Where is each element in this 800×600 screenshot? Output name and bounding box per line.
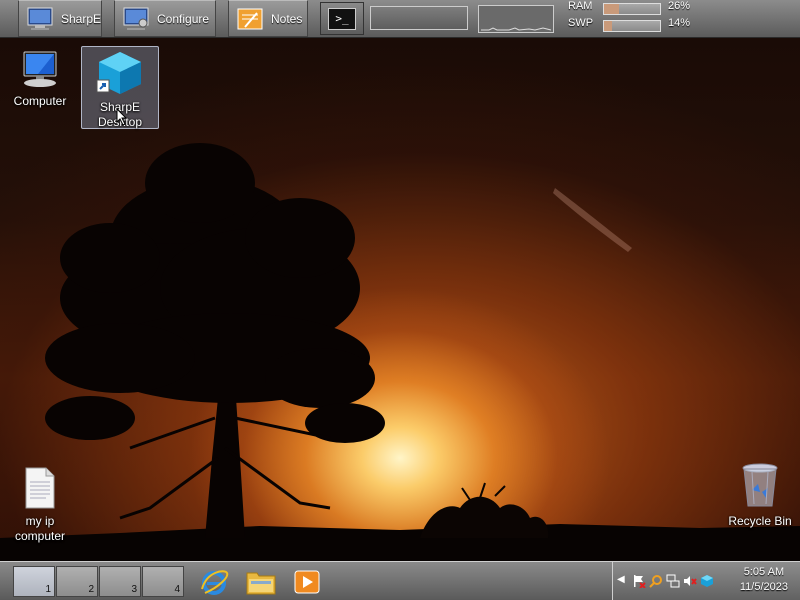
- sharpe-tray-icon[interactable]: [699, 573, 714, 588]
- workspace-2[interactable]: 2: [56, 566, 98, 597]
- configure-button-label: Configure: [157, 11, 210, 26]
- internet-explorer-launcher[interactable]: [198, 566, 230, 597]
- ram-bar: [603, 3, 661, 15]
- clock-time: 5:05 AM: [743, 566, 785, 578]
- clock[interactable]: 5:05 AM 11/5/2023: [740, 565, 788, 595]
- workspace-3[interactable]: 3: [99, 566, 141, 597]
- clock-date: 11/5/2023: [739, 581, 788, 593]
- desktop-icon-my-ip-computer[interactable]: my ip computer: [2, 466, 78, 544]
- desktop-icon-recycle-bin[interactable]: Recycle Bin: [722, 462, 798, 529]
- volume-muted-icon[interactable]: [682, 573, 697, 588]
- swap-label: SWP: [568, 17, 594, 29]
- ram-bar-fill: [604, 4, 619, 14]
- notes-button-label: Notes: [271, 11, 303, 26]
- terminal-button[interactable]: >_: [320, 2, 364, 35]
- swap-bar: [603, 20, 661, 32]
- workspace-3-number: 3: [131, 584, 137, 595]
- media-player-launcher[interactable]: [291, 566, 323, 597]
- bottom-panel: 1 2 3 4 ◀ 5:05 AM 11/5/2023: [0, 561, 800, 600]
- sharpe-cube-icon: [82, 50, 158, 96]
- sharpe-button[interactable]: SharpE: [18, 0, 102, 37]
- workspace-1[interactable]: 1: [13, 566, 55, 597]
- system-tray: ◀ 5:05 AM 11/5/2023: [612, 562, 800, 600]
- notes-icon: [235, 6, 265, 32]
- computer-icon: [2, 50, 78, 90]
- ram-label: RAM: [568, 0, 593, 12]
- network-graph: [478, 5, 554, 33]
- network-icon[interactable]: [665, 573, 680, 588]
- internet-explorer-icon: [201, 569, 229, 595]
- folder-icon: [246, 572, 276, 594]
- mouse-cursor-icon: [116, 108, 128, 126]
- media-player-icon: [294, 570, 320, 593]
- terminal-icon: >_: [328, 7, 356, 30]
- top-panel: SharpE Configure Notes >_ RAM 26% SWP 14…: [0, 0, 800, 38]
- workspace-4-number: 4: [174, 584, 180, 595]
- cpu-meter: [370, 6, 468, 30]
- workspace-1-number: 1: [45, 584, 51, 595]
- tray-expand-arrow-icon[interactable]: ◀: [617, 574, 625, 585]
- swap-bar-fill: [604, 21, 612, 31]
- file-explorer-launcher[interactable]: [245, 566, 277, 597]
- recycle-bin-icon: [722, 462, 798, 510]
- desktop-icon-my-ip-computer-label: my ip computer: [14, 514, 66, 543]
- notes-button[interactable]: Notes: [228, 0, 308, 37]
- text-file-icon: [2, 466, 78, 510]
- flag-icon[interactable]: [631, 573, 646, 588]
- monitor-icon: [25, 6, 55, 32]
- search-icon[interactable]: [648, 573, 663, 588]
- sharpe-button-label: SharpE: [61, 11, 102, 26]
- desktop-icon-recycle-bin-label: Recycle Bin: [728, 514, 792, 528]
- desktop-icon-computer[interactable]: Computer: [2, 50, 78, 109]
- swap-percent: 14%: [668, 17, 691, 29]
- ram-percent: 26%: [668, 0, 691, 12]
- desktop-icon-computer-label: Computer: [13, 94, 67, 108]
- configure-button[interactable]: Configure: [114, 0, 216, 37]
- workspace-2-number: 2: [88, 584, 94, 595]
- workspace-switcher: 1 2 3 4: [13, 566, 184, 597]
- workspace-4[interactable]: 4: [142, 566, 184, 597]
- monitor-config-icon: [121, 6, 151, 32]
